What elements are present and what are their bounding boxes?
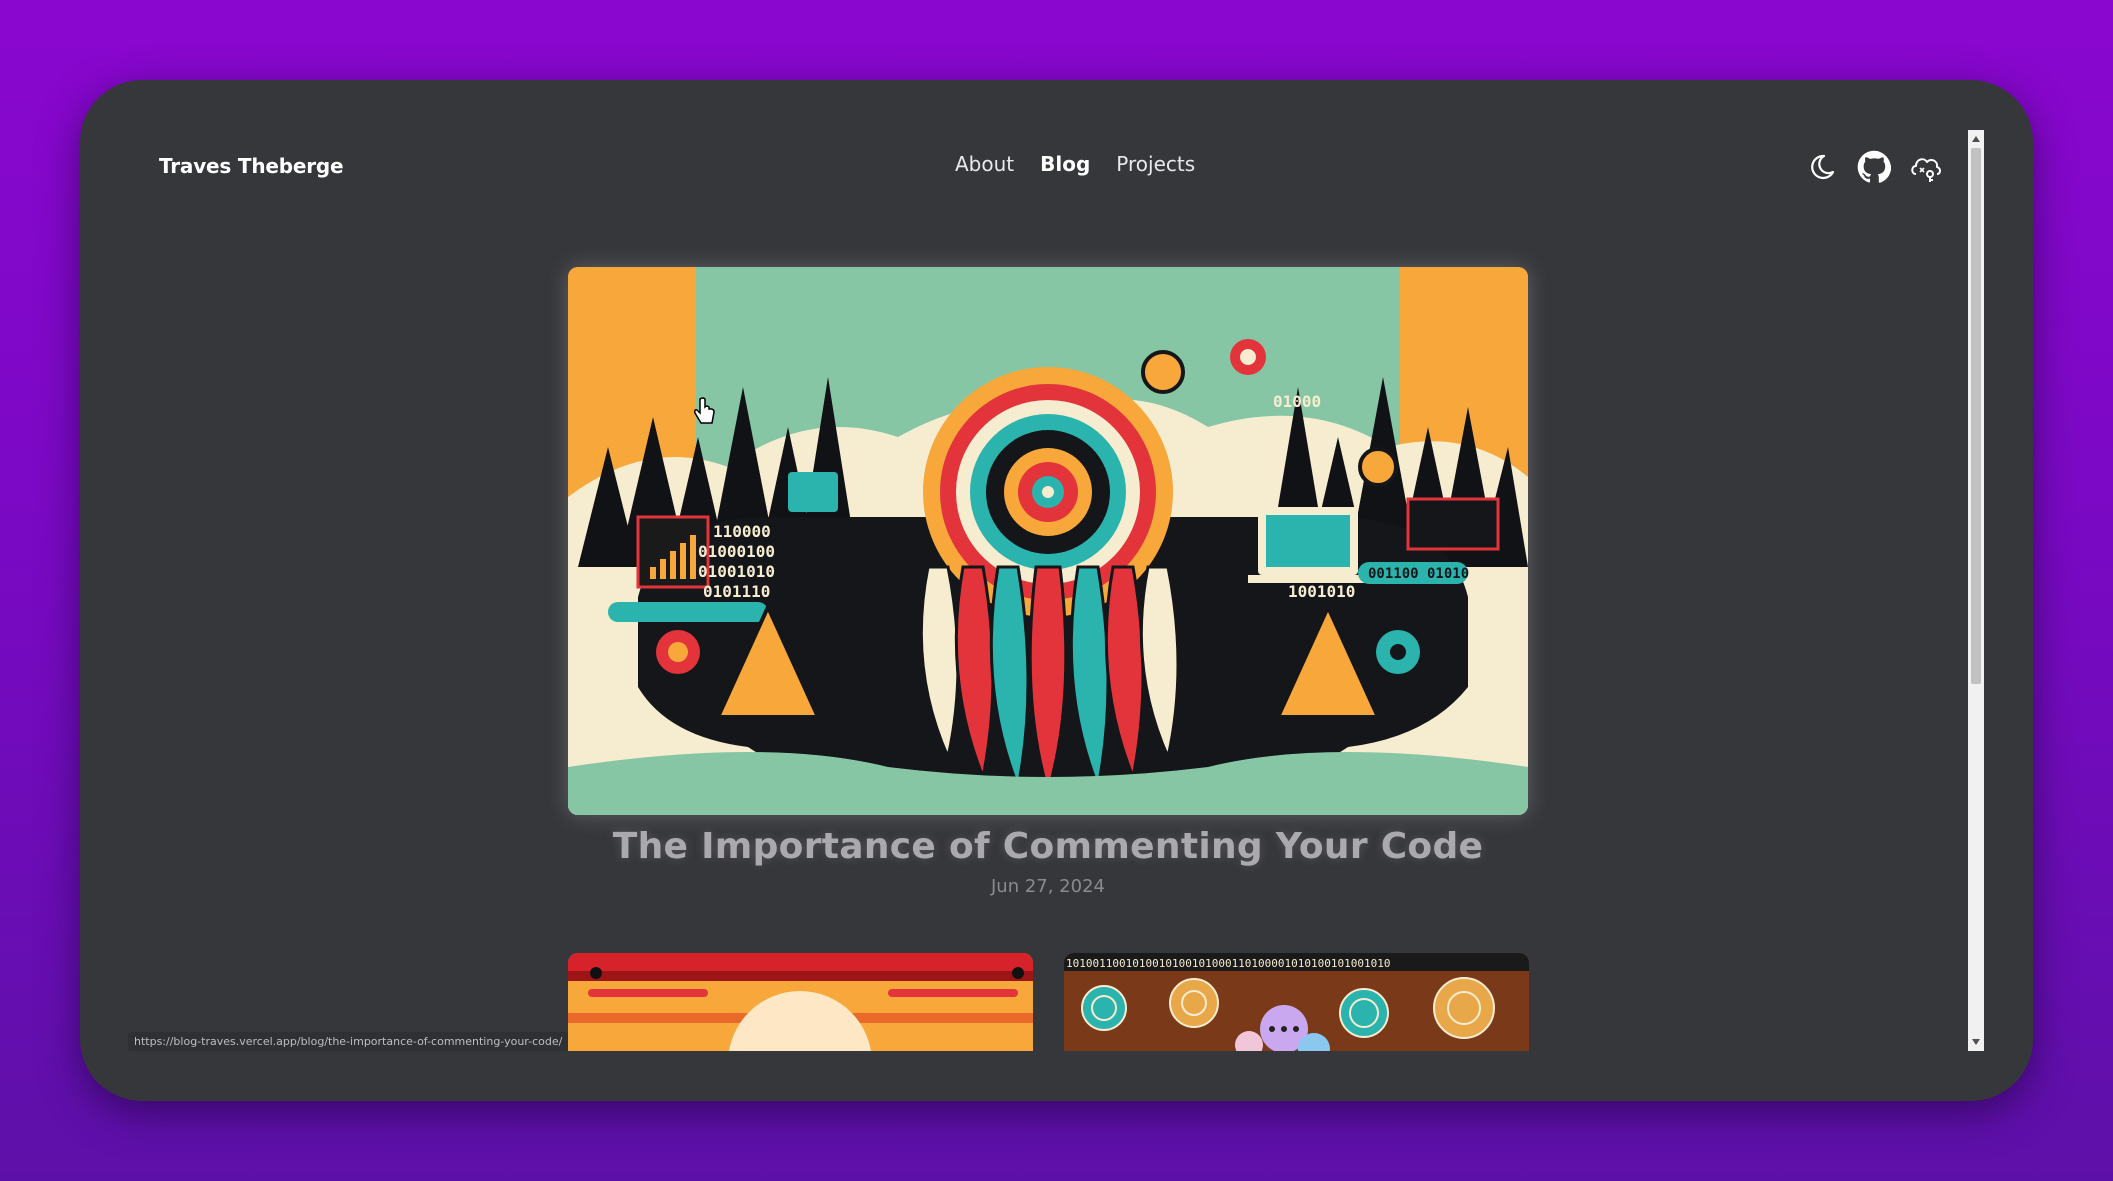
svg-text:01000: 01000 <box>1273 392 1321 411</box>
svg-text:001100 01010: 001100 01010 <box>1368 566 1469 582</box>
browser-window: Traves Theberge About Blog Projects 1100… <box>80 80 2033 1101</box>
nav-about[interactable]: About <box>955 152 1014 176</box>
cloud-key-link[interactable] <box>1907 148 1945 186</box>
scrollbar-thumb[interactable] <box>1971 148 1981 684</box>
github-icon <box>1857 150 1891 183</box>
github-link[interactable] <box>1855 148 1893 186</box>
hand-cursor-icon <box>694 397 715 424</box>
featured-post-image[interactable]: 110000 01000100 01001010 0101110 01000 1… <box>568 267 1528 815</box>
header-icons <box>1803 148 1945 186</box>
site-brand[interactable]: Traves Theberge <box>159 154 344 178</box>
featured-post-title[interactable]: The Importance of Commenting Your Code <box>568 826 1528 867</box>
vertical-scrollbar[interactable] <box>1968 130 1984 1051</box>
svg-text:01000100: 01000100 <box>698 542 775 561</box>
scroll-up-arrow[interactable] <box>1968 132 1984 146</box>
moon-icon <box>1811 154 1835 180</box>
nav-projects[interactable]: Projects <box>1116 152 1195 176</box>
nav-blog[interactable]: Blog <box>1040 152 1090 176</box>
svg-text:01001010: 01001010 <box>698 562 775 581</box>
cloud-key-icon <box>1911 158 1941 182</box>
page-viewport: Traves Theberge About Blog Projects 1100… <box>80 80 1965 1051</box>
theme-toggle-button[interactable] <box>1803 148 1841 186</box>
svg-text:1001010: 1001010 <box>1288 582 1355 601</box>
post-card-pattern[interactable]: 1010011001010010100101000110100001010100… <box>1064 953 1529 1051</box>
scroll-down-arrow[interactable] <box>1968 1035 1984 1049</box>
svg-text:110000: 110000 <box>713 522 771 541</box>
link-status-bar: https://blog-traves.vercel.app/blog/the-… <box>128 1032 569 1051</box>
svg-text:101001100101001010010100011010: 1010011001010010100101000110100001010100… <box>1066 957 1391 970</box>
featured-post-date: Jun 27, 2024 <box>990 876 1105 897</box>
post-card-sunset[interactable] <box>568 953 1033 1051</box>
main-nav: About Blog Projects <box>955 152 1195 176</box>
svg-text:0101110: 0101110 <box>703 582 770 601</box>
